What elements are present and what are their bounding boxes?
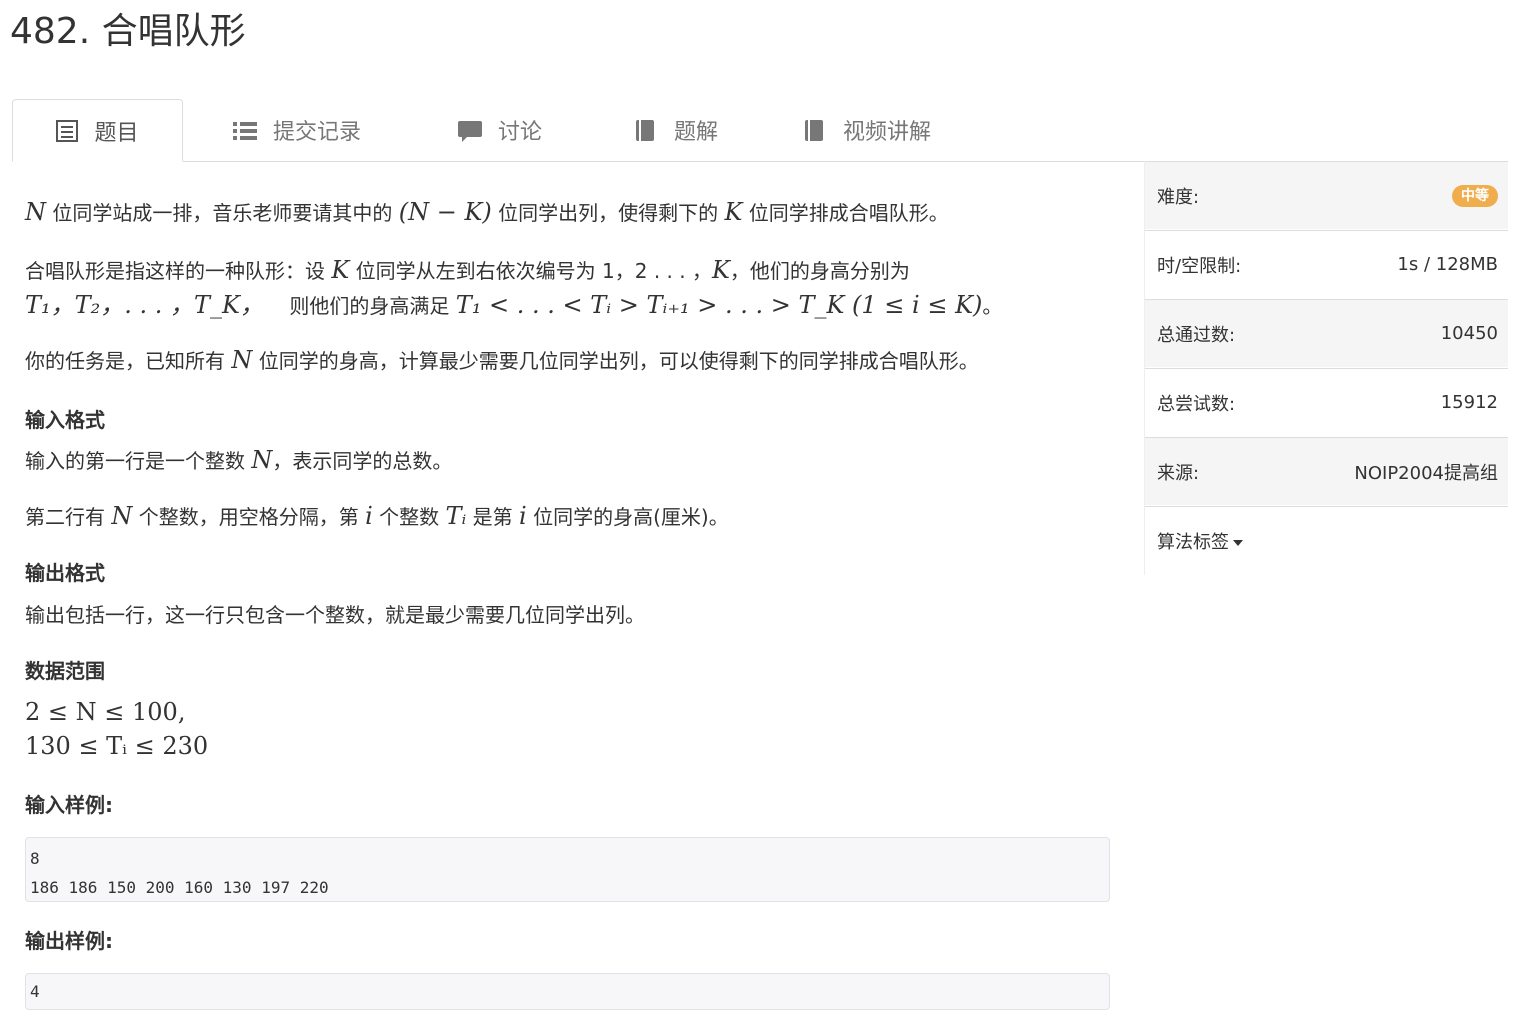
source-value: NOIP2004提高组: [1354, 462, 1498, 484]
document-icon: [56, 119, 79, 142]
tries-row: 总尝试数: 15912: [1145, 368, 1508, 436]
tab-solutions[interactable]: 题解: [606, 99, 746, 161]
passed-value: 10450: [1440, 323, 1498, 344]
passed-label: 总通过数:: [1157, 324, 1236, 346]
data-range-line-2: 130 ≤ Tᵢ ≤ 230: [25, 732, 209, 760]
statement-paragraph-3: 你的任务是，已知所有 N 位同学的身高，计算最少需要几位同学出列，可以使得剩下的…: [25, 346, 979, 374]
tab-label: 讨论: [497, 120, 542, 145]
tab-video[interactable]: 视频讲解: [782, 99, 952, 161]
output-format-text: 输出包括一行，这一行只包含一个整数，就是最少需要几位同学出列。: [25, 603, 645, 627]
algorithm-tags-toggle[interactable]: 算法标签: [1157, 528, 1243, 554]
book-icon: [634, 119, 658, 141]
tab-label: 题目: [94, 120, 139, 146]
source-label: 来源:: [1157, 462, 1200, 484]
page-title: 482. 合唱队形: [10, 11, 246, 52]
statement-paragraph-1: N 位同学站成一排，音乐老师要请其中的 (N − K) 位同学出列，使得剩下的 …: [25, 198, 949, 226]
tab-label: 题解: [673, 120, 718, 145]
tries-value: 15912: [1440, 392, 1498, 413]
sample-input-heading: 输入样例:: [25, 793, 113, 817]
input-format-line-2: 第二行有 N 个整数，用空格分隔，第 i 个整数 Tᵢ 是第 i 位同学的身高(…: [25, 502, 729, 530]
tab-label: 提交记录: [272, 120, 361, 145]
book-icon: [803, 119, 827, 141]
statement-paragraph-2: 合唱队形是指这样的一种队形：设 K 位同学从左到右依次编号为 1，2 . . .…: [25, 256, 1003, 319]
tab-submissions[interactable]: 提交记录: [212, 99, 382, 161]
caret-down-icon: [1233, 539, 1243, 546]
sample-output-code[interactable]: 4: [25, 973, 1110, 1010]
tab-label: 视频讲解: [842, 120, 931, 145]
difficulty-row: 难度: 中等: [1145, 161, 1508, 229]
passed-row: 总通过数: 10450: [1145, 299, 1508, 367]
limit-label: 时/空限制:: [1157, 255, 1242, 277]
problem-tabs: 题目 提交记录 讨论 题解 视频讲解: [12, 99, 1507, 162]
input-format-heading: 输入格式: [25, 408, 105, 432]
tab-discussion[interactable]: 讨论: [430, 99, 570, 161]
output-format-heading: 输出格式: [25, 561, 105, 585]
difficulty-badge: 中等: [1452, 184, 1498, 207]
data-range-line-1: 2 ≤ N ≤ 100,: [25, 698, 186, 726]
tab-problem[interactable]: 题目: [12, 99, 183, 162]
data-range-heading: 数据范围: [25, 659, 105, 683]
source-row: 来源: NOIP2004提高组: [1145, 437, 1508, 505]
difficulty-label: 难度:: [1157, 186, 1200, 208]
tags-row[interactable]: 算法标签: [1145, 506, 1508, 574]
sample-output-heading: 输出样例:: [25, 929, 113, 953]
limit-value: 1s / 128MB: [1397, 254, 1498, 275]
tries-label: 总尝试数:: [1157, 393, 1236, 415]
tags-label: 算法标签: [1157, 531, 1229, 553]
input-format-line-1: 输入的第一行是一个整数 N，表示同学的总数。: [25, 446, 453, 474]
problem-info-panel: 难度: 中等 时/空限制: 1s / 128MB 总通过数: 10450 总尝试…: [1144, 161, 1508, 575]
comment-icon: [457, 119, 482, 142]
limit-row: 时/空限制: 1s / 128MB: [1145, 230, 1508, 298]
list-icon: [232, 119, 257, 141]
sample-input-code[interactable]: 8 186 186 150 200 160 130 197 220: [25, 837, 1110, 902]
